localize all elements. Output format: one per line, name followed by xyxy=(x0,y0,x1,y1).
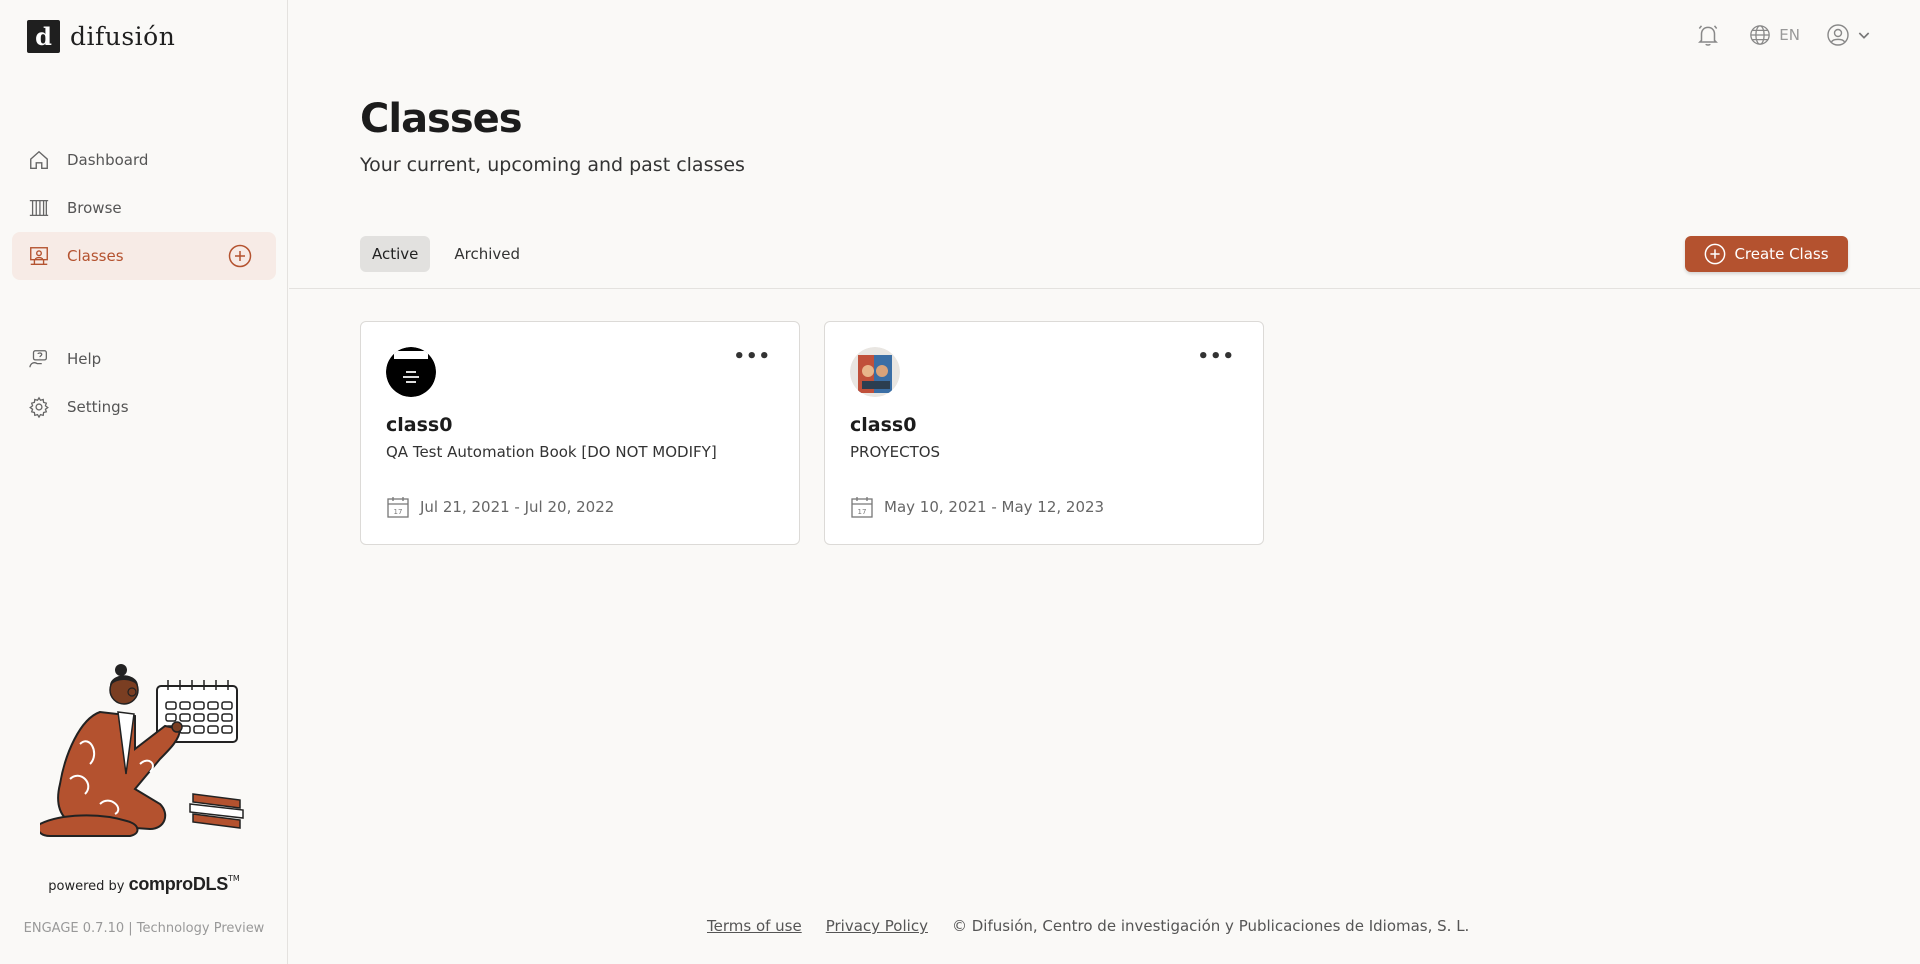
add-circle-icon xyxy=(1705,243,1726,265)
sidebar-item-dashboard[interactable]: Dashboard xyxy=(12,136,276,184)
sidebar-item-settings[interactable]: Settings xyxy=(12,383,276,431)
create-class-button[interactable]: Create Class xyxy=(1685,236,1848,272)
tab-archived[interactable]: Archived xyxy=(442,236,532,272)
classroom-icon xyxy=(27,244,51,268)
sidebar-item-label: Browse xyxy=(67,199,122,217)
powered-prefix: powered by xyxy=(48,879,125,894)
secondary-nav: Help Settings xyxy=(12,335,276,431)
page-title: Classes xyxy=(360,96,523,142)
logo-text: difusión xyxy=(70,22,176,51)
book-title: QA Test Automation Book [DO NOT MODIFY] xyxy=(386,443,717,461)
divider xyxy=(289,288,1920,289)
page-subtitle: Your current, upcoming and past classes xyxy=(360,154,745,176)
calendar-icon: 17 xyxy=(387,497,409,518)
teacher-illustration xyxy=(37,664,250,844)
more-options-icon[interactable]: ••• xyxy=(1197,346,1235,367)
sidebar-item-label: Classes xyxy=(67,247,124,265)
calendar-icon: 17 xyxy=(851,497,873,518)
date-range: Jul 21, 2021 - Jul 20, 2022 xyxy=(420,498,615,516)
class-name: class0 xyxy=(850,414,917,436)
powered-by: powered by comproDLSTM xyxy=(0,874,288,895)
help-icon xyxy=(27,347,51,371)
create-class-label: Create Class xyxy=(1734,245,1829,263)
class-dates: 17 May 10, 2021 - May 12, 2023 xyxy=(850,495,1104,519)
more-options-icon[interactable]: ••• xyxy=(733,346,771,367)
date-range: May 10, 2021 - May 12, 2023 xyxy=(884,498,1105,516)
main-content: Classes Your current, upcoming and past … xyxy=(289,0,1920,964)
calendar-day: 17 xyxy=(394,508,403,516)
class-card[interactable]: ••• class0 QA Test Automation Book [DO N… xyxy=(360,321,800,545)
class-card[interactable]: ••• class0 PROYECTOS 17 May 10, 2021 - M… xyxy=(824,321,1264,545)
sidebar-item-help[interactable]: Help xyxy=(12,335,276,383)
privacy-link[interactable]: Privacy Policy xyxy=(826,917,928,935)
terms-link[interactable]: Terms of use xyxy=(707,917,802,935)
sidebar-item-browse[interactable]: Browse xyxy=(12,184,276,232)
sidebar: d difusión Dashboard Browse Classes Help… xyxy=(0,0,288,964)
book-cover-thumbnail xyxy=(850,347,900,397)
calendar-day: 17 xyxy=(858,508,867,516)
add-class-icon[interactable] xyxy=(228,244,252,268)
powered-brand: comproDLS xyxy=(128,874,229,894)
logo-mark: d xyxy=(27,20,60,53)
books-icon xyxy=(27,196,51,220)
copyright: © Difusión, Centro de investigación y Pu… xyxy=(951,917,1470,935)
class-name: class0 xyxy=(386,414,453,436)
sidebar-item-label: Help xyxy=(67,350,102,368)
sidebar-item-label: Dashboard xyxy=(67,151,149,169)
class-dates: 17 Jul 21, 2021 - Jul 20, 2022 xyxy=(386,495,614,519)
tab-active[interactable]: Active xyxy=(360,236,431,272)
home-icon xyxy=(27,148,51,172)
sidebar-item-label: Settings xyxy=(67,398,129,416)
class-card-list: ••• class0 QA Test Automation Book [DO N… xyxy=(360,321,1264,545)
trademark: TM xyxy=(227,874,240,883)
brand-logo[interactable]: d difusión xyxy=(27,20,175,53)
main-nav: Dashboard Browse Classes xyxy=(12,136,276,280)
sidebar-item-classes[interactable]: Classes xyxy=(12,232,276,280)
footer: Terms of use Privacy Policy © Difusión, … xyxy=(707,917,1469,935)
class-tabs: Active Archived xyxy=(360,236,532,272)
gear-icon xyxy=(27,395,51,419)
version-info: ENGAGE 0.7.10 | Technology Preview xyxy=(23,921,265,936)
book-cover-thumbnail xyxy=(386,347,436,397)
book-title: PROYECTOS xyxy=(850,443,941,461)
